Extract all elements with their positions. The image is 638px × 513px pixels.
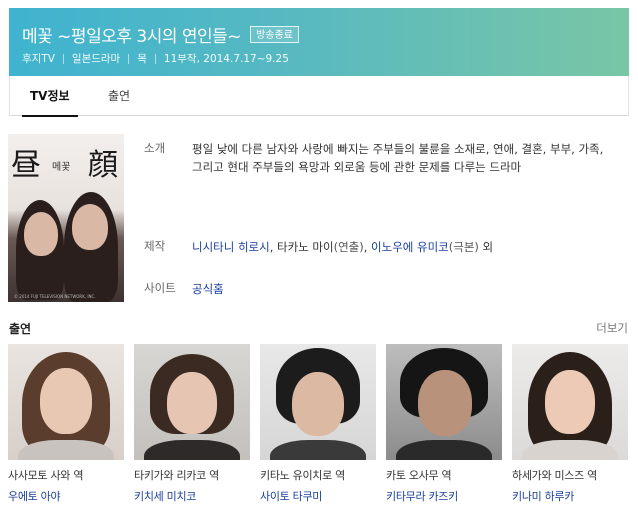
cast-actor-link[interactable]: 우에토 아야	[8, 488, 124, 504]
official-site-link[interactable]: 공식홈	[192, 282, 224, 296]
cast-actor-link[interactable]: 키타무라 카즈키	[386, 488, 502, 504]
cast-photo[interactable]	[386, 344, 502, 460]
cast-role: 타키가와 리카코 역	[134, 469, 219, 482]
poster-face	[72, 204, 108, 250]
poster-face	[24, 212, 58, 256]
cast-actor-link[interactable]: 키치세 미치코	[134, 488, 250, 504]
production-separator: ,	[269, 240, 278, 254]
meta-divider	[154, 53, 156, 64]
production-role: (연출)	[333, 240, 364, 254]
meta-genre: 일본드라마	[71, 53, 121, 65]
cast-role: 키타노 유이치로 역	[260, 469, 345, 482]
production-role: (극본)	[448, 240, 479, 254]
cast-photo[interactable]	[8, 344, 124, 460]
production-etc: 외	[478, 240, 494, 254]
poster-title-korean: 메꽃	[52, 162, 71, 173]
meta-broadcaster[interactable]: 후지TV	[22, 51, 55, 66]
poster-title-kanji: 顔	[88, 148, 118, 183]
production-link[interactable]: 니시타니 히로시	[192, 240, 270, 254]
production-link[interactable]: 이노우에 유미코	[371, 240, 449, 254]
drama-header-banner: 메꽃 ~평일오후 3시의 연인들~ 방송종료 후지TV 일본드라마 목 11부작…	[9, 8, 629, 76]
cast-card[interactable]: 사사모토 사와 역 우에토 아야	[8, 344, 124, 504]
meta-divider	[62, 53, 64, 64]
cast-card[interactable]: 타키가와 리카코 역 키치세 미치코	[134, 344, 250, 504]
tab-cast[interactable]: 출연	[108, 76, 130, 116]
cast-actor-link[interactable]: 키나미 하루카	[512, 488, 628, 504]
poster-title-kanji: 昼	[11, 148, 41, 183]
cast-photo[interactable]	[512, 344, 628, 460]
production-separator: ,	[363, 240, 372, 254]
site-label: 사이트	[144, 281, 176, 295]
poster-copyright: © 2014 FUJI TELEVISION NETWORK, INC.	[14, 294, 96, 299]
drama-title[interactable]: 메꽃 ~평일오후 3시의 연인들~	[22, 22, 242, 47]
production-label: 제작	[144, 239, 166, 253]
cast-role: 하세가와 미스즈 역	[512, 469, 597, 482]
cast-more-link[interactable]: 더보기	[596, 320, 628, 336]
info-row-intro: 소개 평일 낮에 다른 남자와 사랑에 빠지는 주부들의 불륜을 소재로, 연애…	[144, 140, 614, 176]
cast-role: 사사모토 사와 역	[8, 469, 84, 482]
site-value: 공식홈	[192, 280, 614, 298]
status-badge: 방송종료	[250, 26, 299, 43]
drama-info-table: 소개 평일 낮에 다른 남자와 사랑에 빠지는 주부들의 불륜을 소재로, 연애…	[144, 140, 614, 296]
meta-episodes-dates: 11부작, 2014.7.17~9.25	[163, 53, 289, 65]
tab-bar: TV정보 출연	[9, 76, 629, 117]
cast-card[interactable]: 하세가와 미스즈 역 키나미 하루카	[512, 344, 628, 504]
production-name: 타카노 마이	[277, 240, 334, 254]
intro-text: 평일 낮에 다른 남자와 사랑에 빠지는 주부들의 불륜을 소재로, 연애, 결…	[192, 142, 604, 174]
cast-photo[interactable]	[134, 344, 250, 460]
cast-card[interactable]: 카토 오사무 역 키타무라 카즈키	[386, 344, 502, 504]
cast-photo[interactable]	[260, 344, 376, 460]
info-row-site: 사이트 공식홈	[144, 280, 614, 298]
intro-label: 소개	[144, 141, 166, 155]
title-row: 메꽃 ~평일오후 3시의 연인들~ 방송종료	[22, 22, 299, 47]
drama-poster[interactable]: 昼 메꽃 顔 © 2014 FUJI TELEVISION NETWORK, I…	[8, 134, 124, 302]
tab-tv-info[interactable]: TV정보	[22, 76, 78, 117]
meta-divider	[128, 53, 130, 64]
drama-meta: 후지TV 일본드라마 목 11부작, 2014.7.17~9.25	[22, 51, 289, 66]
cast-section-title: 출연	[9, 322, 32, 336]
cast-card[interactable]: 키타노 유이치로 역 사이토 타쿠미	[260, 344, 376, 504]
cast-actor-link[interactable]: 사이토 타쿠미	[260, 488, 376, 504]
cast-role: 카토 오사무 역	[386, 469, 452, 482]
production-value: 니시타니 히로시, 타카노 마이(연출), 이노우에 유미코(극본) 외	[192, 238, 614, 256]
info-row-production: 제작 니시타니 히로시, 타카노 마이(연출), 이노우에 유미코(극본) 외	[144, 238, 614, 256]
meta-airday: 목	[137, 53, 147, 65]
